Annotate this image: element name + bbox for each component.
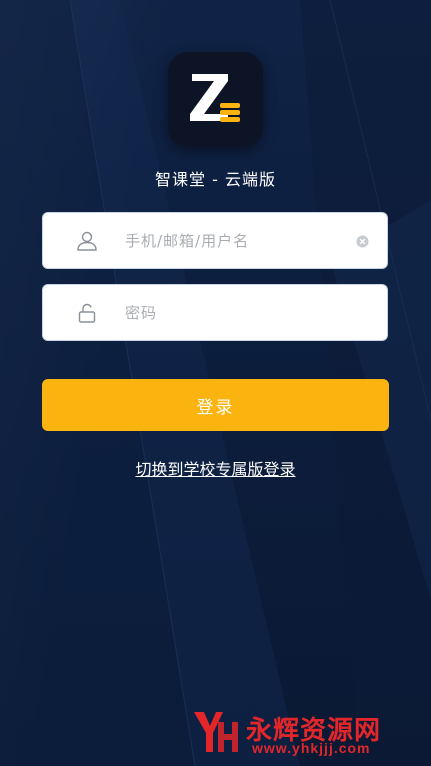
app-title: 智课堂 - 云端版 <box>155 170 276 189</box>
yh-logo-icon <box>194 712 238 752</box>
username-field[interactable] <box>42 212 388 269</box>
password-input[interactable] <box>125 285 345 340</box>
username-input[interactable] <box>125 213 345 268</box>
watermark: 永辉资源网 www.yhkjjj.com <box>190 706 420 758</box>
user-icon <box>77 231 97 251</box>
z-logo-icon <box>190 74 240 122</box>
app-logo <box>168 52 263 147</box>
switch-school-login-link[interactable]: 切换到学校专属版登录 <box>0 456 431 480</box>
clear-icon[interactable] <box>356 235 369 248</box>
unlock-icon <box>78 303 96 323</box>
watermark-url: www.yhkjjj.com <box>252 740 371 756</box>
login-button[interactable]: 登录 <box>42 379 389 431</box>
password-field[interactable] <box>42 284 388 341</box>
